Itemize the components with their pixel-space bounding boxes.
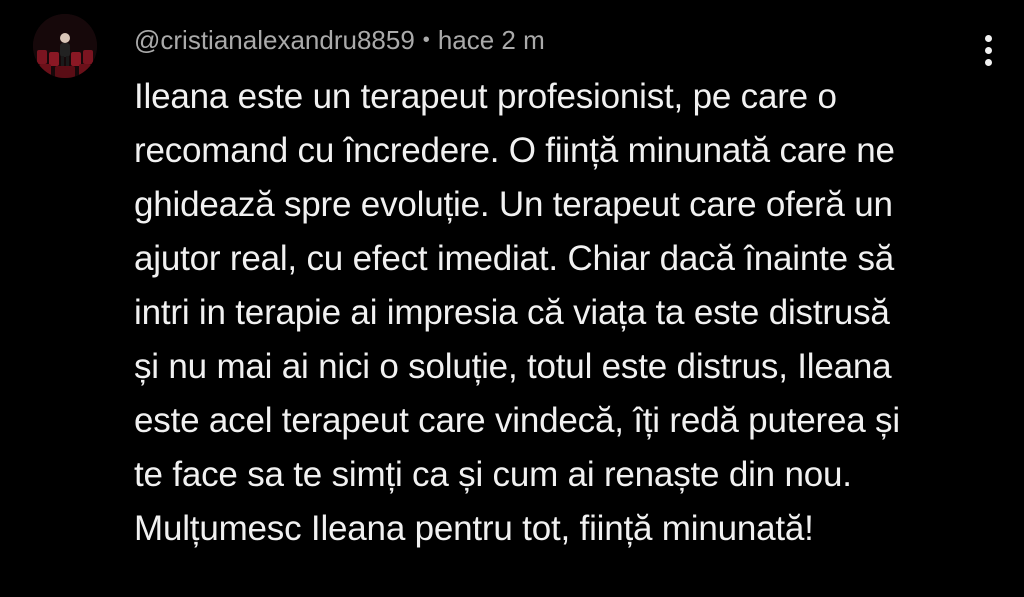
comment-text-line: te face sa te simți ca și cum ai renaște… [134, 455, 852, 494]
comment-text-line: și nu mai ai nici o soluție, totul este … [134, 347, 892, 386]
menu-dot [984, 46, 992, 54]
comment-meta: @cristianalexandru8859 • hace 2 m [134, 22, 545, 58]
comment-text-line: Ileana este un terapeut profesionist, pe… [134, 77, 837, 116]
comment-timestamp[interactable]: hace 2 m [438, 25, 545, 56]
comment-text-line: recomand cu încredere. O ființă minunată… [134, 131, 895, 170]
comment-text-line: este acel terapeut care vindecă, îți red… [134, 401, 900, 440]
author-handle[interactable]: @cristianalexandru8859 [134, 25, 415, 56]
user-avatar-icon [33, 14, 97, 78]
comment-text-line: ghidează spre evoluție. Un terapeut care… [134, 185, 893, 224]
more-vertical-icon [984, 34, 992, 66]
menu-dot [984, 58, 992, 66]
comment-text: Ileana este un terapeut profesionist, pe… [134, 70, 994, 556]
author-avatar[interactable] [33, 14, 97, 78]
meta-separator: • [422, 28, 430, 51]
comment-text-line: Mulțumesc Ileana pentru tot, ființă minu… [134, 509, 814, 548]
comment-action-menu-button[interactable] [968, 28, 1008, 72]
menu-dot [984, 34, 992, 42]
comment-item: @cristianalexandru8859 • hace 2 m Ileana… [0, 0, 1024, 597]
comment-text-line: intri in terapie ai impresia că viața ta… [134, 293, 890, 332]
comment-text-line: ajutor real, cu efect imediat. Chiar dac… [134, 239, 895, 278]
